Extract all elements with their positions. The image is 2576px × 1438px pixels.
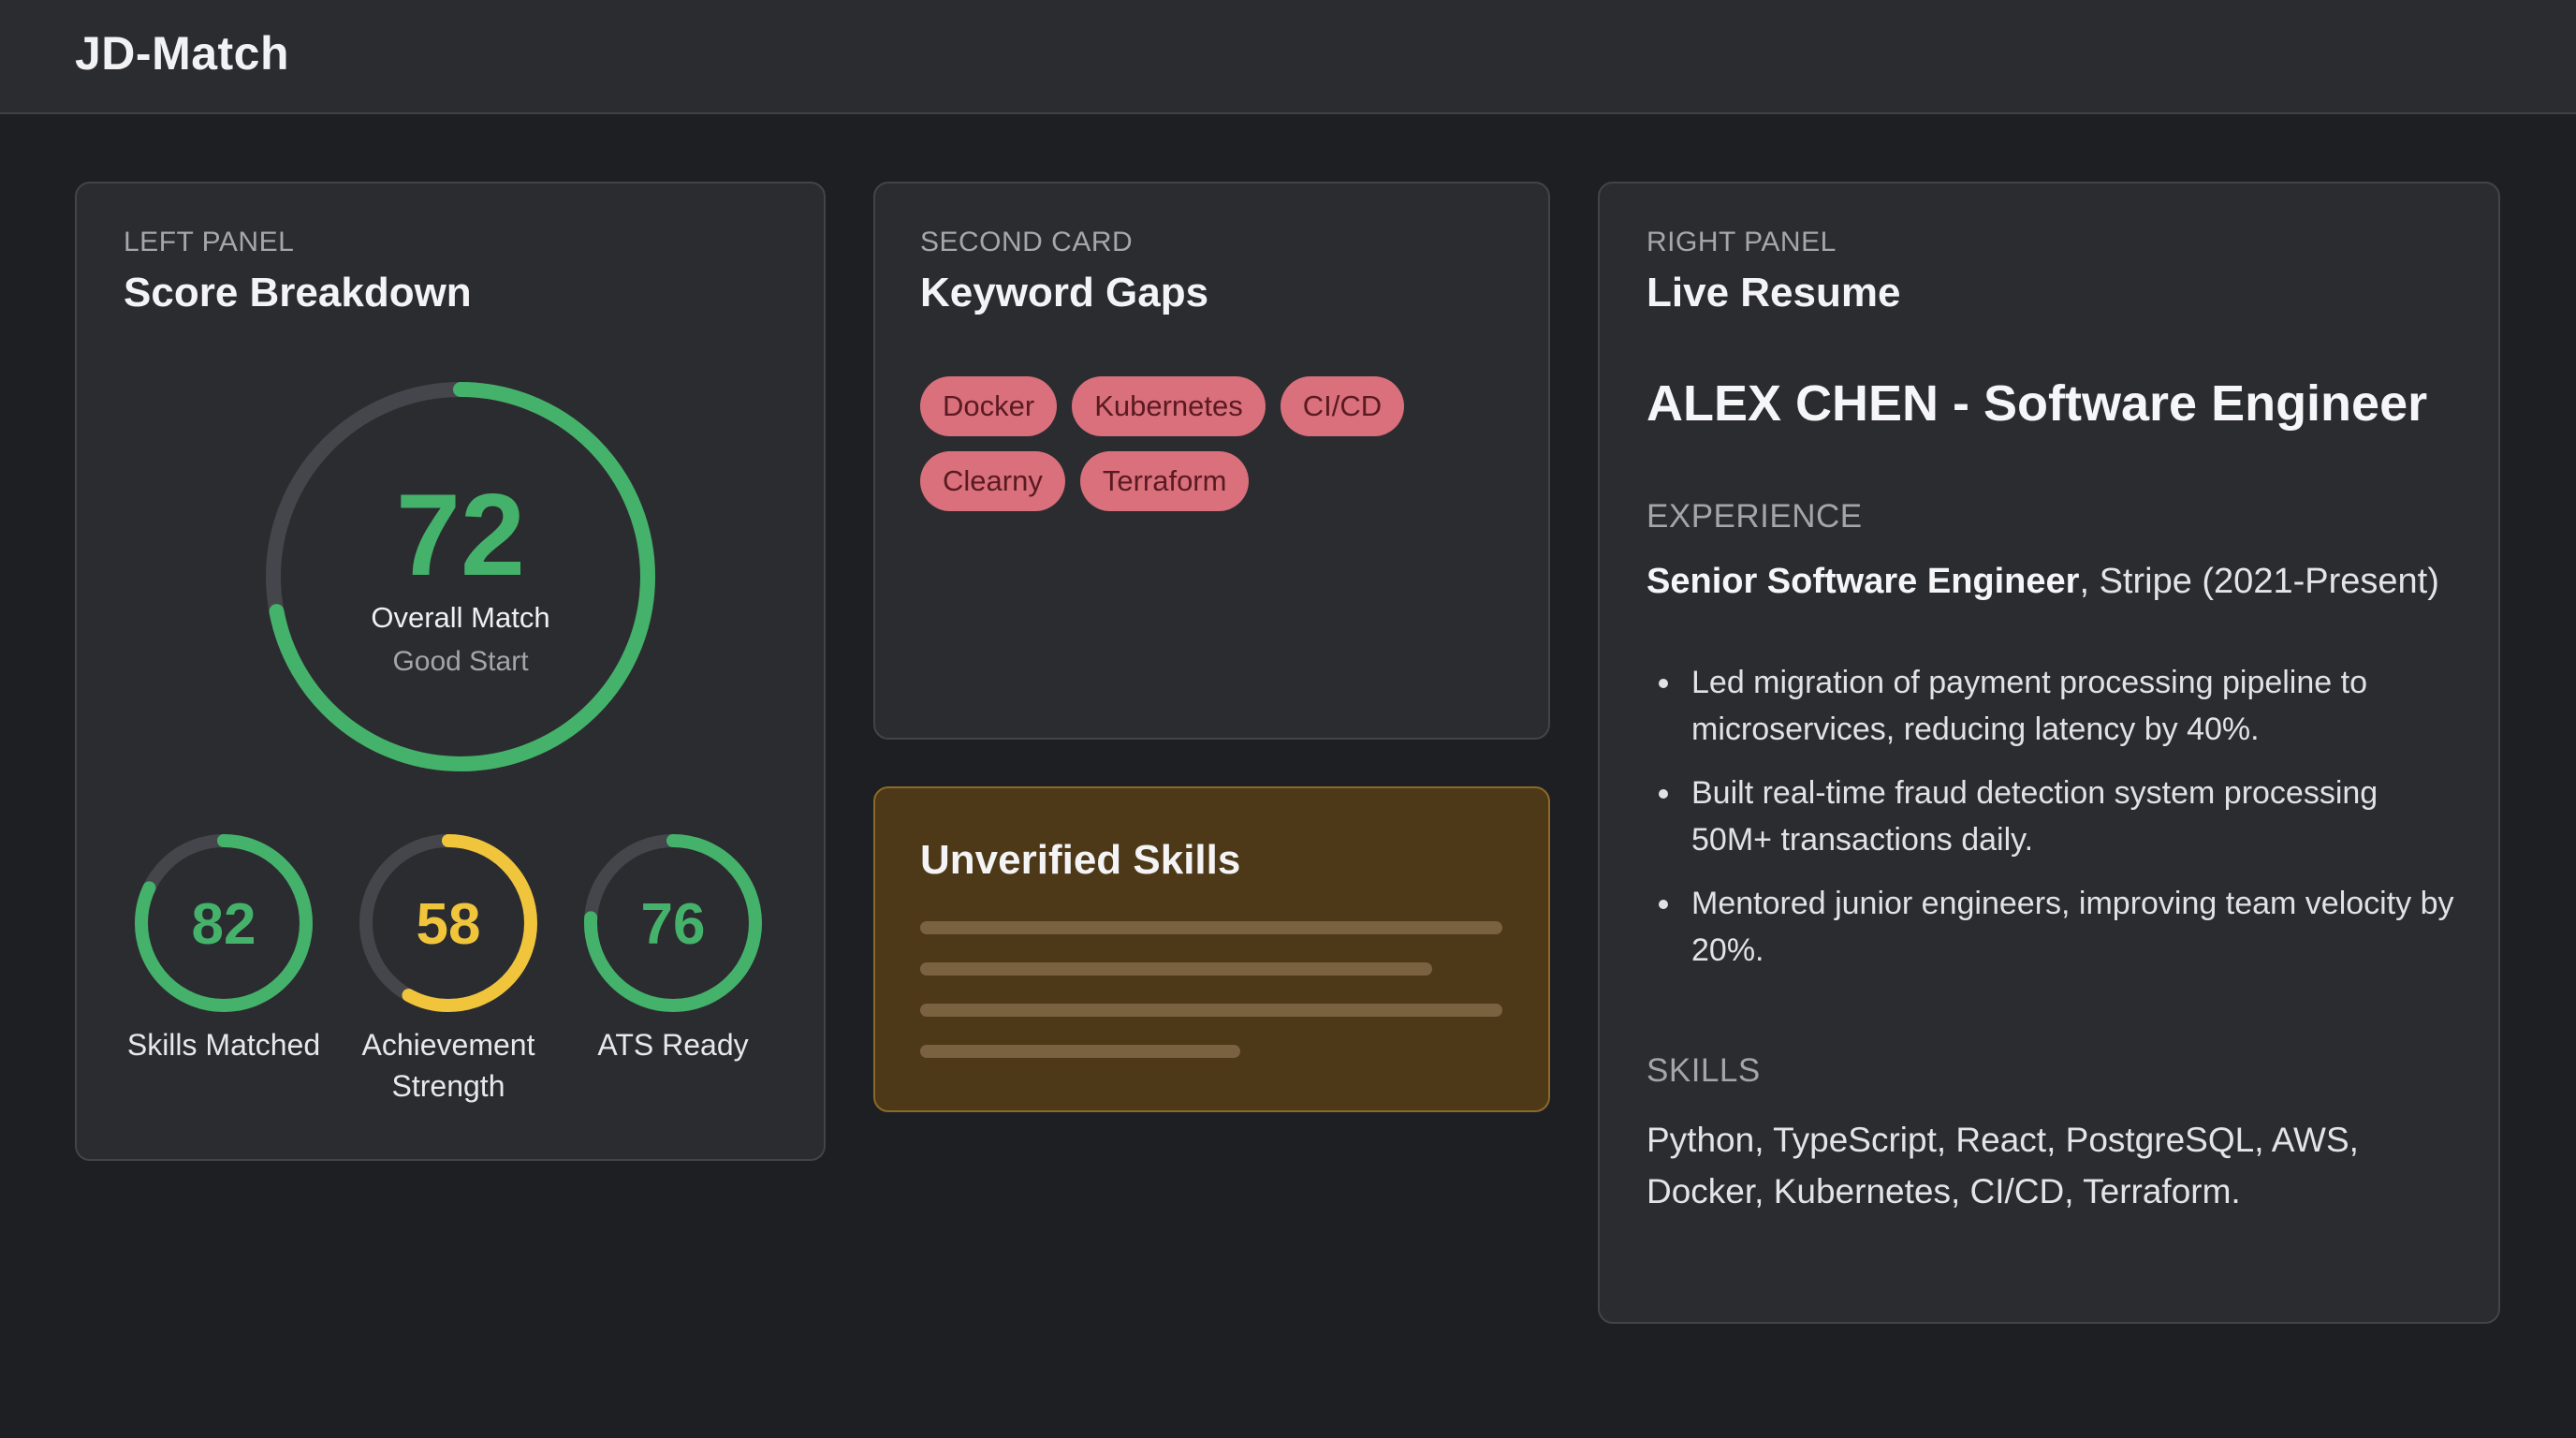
skeleton-line xyxy=(920,962,1432,976)
overall-score-sublabel: Good Start xyxy=(392,646,529,677)
sub-score-ring-2: 76 xyxy=(584,834,762,1012)
resume-eyebrow: RIGHT PANEL xyxy=(1647,227,1837,257)
job-line: Senior Software Engineer, Stripe (2021-P… xyxy=(1647,562,2439,602)
skeleton-line xyxy=(920,1004,1502,1017)
unverified-skills-card: Unverified Skills xyxy=(873,786,1550,1112)
resume-title: Live Resume xyxy=(1647,270,1901,315)
experience-heading: EXPERIENCE xyxy=(1647,498,1863,535)
keyword-chip[interactable]: Kubernetes xyxy=(1072,376,1266,436)
resume-name: ALEX CHEN - Software Engineer xyxy=(1647,375,2428,432)
experience-bullet: Built real-time fraud detection system p… xyxy=(1684,770,2461,863)
score-panel-title: Score Breakdown xyxy=(124,270,472,315)
sub-score-value: 76 xyxy=(641,892,706,957)
experience-bullets: Led migration of payment processing pipe… xyxy=(1684,659,2461,990)
sub-score-label: ATS Ready xyxy=(570,1024,776,1065)
live-resume-card: RIGHT PANEL Live Resume ALEX CHEN - Soft… xyxy=(1598,182,2500,1324)
skeleton-line xyxy=(920,921,1502,934)
job-title: Senior Software Engineer xyxy=(1647,562,2080,601)
sub-score-ring-0: 82 xyxy=(135,834,313,1012)
keyword-chip[interactable]: Terraform xyxy=(1079,451,1250,511)
overall-score-value: 72 xyxy=(396,471,525,600)
keyword-chip[interactable]: Clearny xyxy=(920,451,1065,511)
keyword-gaps-title: Keyword Gaps xyxy=(920,270,1209,315)
sub-score-label-line: Skills Matched xyxy=(126,1028,321,1062)
experience-bullet: Led migration of payment processing pipe… xyxy=(1684,659,2461,753)
score-panel-eyebrow: LEFT PANEL xyxy=(124,227,295,257)
keyword-gaps-card: SECOND CARD Keyword Gaps Docker Kubernete… xyxy=(873,182,1550,740)
sub-score-label-line: Achievement xyxy=(361,1028,535,1062)
keyword-gaps-eyebrow: SECOND CARD xyxy=(920,227,1134,257)
unverified-skills-title: Unverified Skills xyxy=(920,837,1241,883)
score-breakdown-card: LEFT PANEL Score Breakdown 72 Overall Ma… xyxy=(75,182,826,1161)
sub-score-value: 82 xyxy=(192,892,256,957)
sub-score-label-line: ATS Ready xyxy=(597,1028,749,1062)
overall-score-label: Overall Match xyxy=(371,601,549,634)
sub-score-label-line: Strength xyxy=(391,1069,505,1103)
keyword-chip-list: Docker Kubernetes CI/CD Clearny Terraform xyxy=(920,376,1519,526)
skills-text: Python, TypeScript, React, PostgreSQL, A… xyxy=(1647,1121,2359,1211)
skills-heading: SKILLS xyxy=(1647,1052,1761,1089)
keyword-chip[interactable]: Docker xyxy=(920,376,1058,436)
app-title: JD-Match xyxy=(75,27,290,80)
experience-bullet: Mentored junior engineers, improving tea… xyxy=(1684,880,2461,974)
skeleton-line xyxy=(920,1045,1240,1058)
sub-score-label: Skills Matched xyxy=(121,1024,327,1065)
job-company: , Stripe (2021-Present) xyxy=(2079,562,2439,601)
keyword-chip[interactable]: CI/CD xyxy=(1280,376,1405,436)
overall-match-ring: 72 Overall Match Good Start xyxy=(266,382,655,771)
sub-score-value: 58 xyxy=(417,892,481,957)
sub-score-label: Achievement Strength xyxy=(345,1024,551,1107)
top-bar: JD-Match xyxy=(0,0,2576,114)
sub-score-ring-1: 58 xyxy=(359,834,537,1012)
